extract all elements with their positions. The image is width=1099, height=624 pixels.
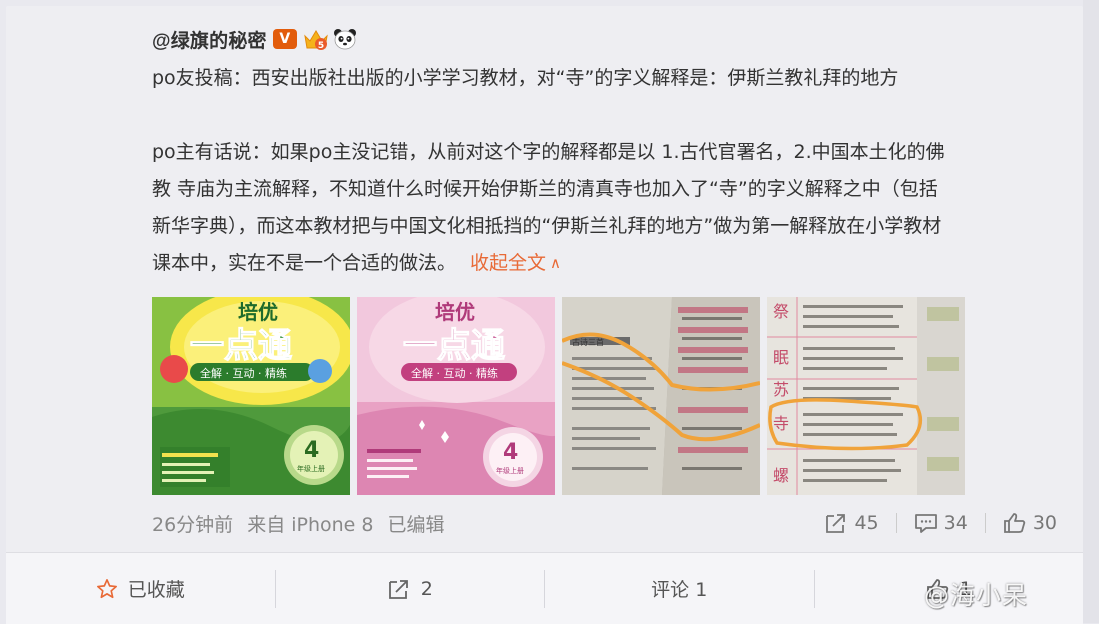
image-4-char-1: 祭 (773, 302, 789, 321)
panda-icon[interactable] (333, 28, 357, 50)
favorite-label: 已收藏 (127, 579, 185, 601)
verified-badge-icon[interactable]: V (272, 29, 297, 49)
share-icon (826, 514, 846, 533)
post-image-1[interactable]: 培优 一点通 全解 · 互动 · 精练 4 年级上册 (152, 297, 350, 495)
image-2-grade-label: 年级上册 (496, 466, 524, 475)
image-2-grade: 4 (503, 440, 518, 465)
post-text: po友投稿：西安出版社出版的小学学习教材，对“寺”的字义解释是：伊斯兰教礼拜的地… (152, 60, 1057, 283)
share-icon (388, 579, 408, 599)
image-4-char-3: 苏 (773, 380, 789, 399)
post-paragraph-2-line-1: po主有话说：如果po主没记错，从前对这个字的解释都是以 1.古代官署名，2.中… (152, 141, 945, 163)
meta-divider (895, 513, 897, 533)
post-paragraph-2-line-2: 教 寺庙为主流解释，不知道什么时候开始伊斯兰的清真寺也加入了“寺”的字义解释之中… (152, 178, 938, 200)
image-1-grade-label: 年级上册 (297, 464, 325, 473)
image-1-subtitle: 一点通 (190, 326, 292, 366)
post-image-2[interactable]: 培优 一点通 全解 · 互动 · 精练 4 年级上册 (357, 297, 555, 495)
image-4-char-4: 寺 (773, 414, 789, 433)
image-4-char-5: 螺 (773, 466, 789, 485)
post-meta-bar: 26分钟前 来自 iPhone 8 已编辑 45 34 30 (152, 506, 1057, 540)
watermark-text: @海小呆 (924, 581, 1029, 610)
post-source: 来自 iPhone 8 (247, 513, 374, 536)
image-grid: 培优 一点通 全解 · 互动 · 精练 4 年级上册 培优 一点通 全解 · 互… (152, 297, 1057, 495)
username-link[interactable]: @绿旗的秘密 (152, 26, 267, 53)
thumbs-up-icon (1003, 513, 1026, 533)
post-paragraph-2-line-4-text: 课本中，实在不是一个合适的做法。 (152, 252, 457, 274)
post-paragraph-2-line-3: 新华字典），而这本教材把与中国文化相抵挡的“伊斯兰礼拜的地方”做为第一解释放在小… (152, 215, 942, 237)
repost-count-button[interactable]: 45 (824, 512, 879, 534)
chevron-up-icon: ∧ (550, 254, 562, 272)
image-2-title: 培优 (435, 300, 475, 324)
post-header: @绿旗的秘密 V 5 (152, 20, 1057, 58)
favorite-button[interactable]: 已收藏 (6, 553, 275, 624)
image-3-caption: 古诗三首 (572, 337, 604, 347)
repost-label: 2 (420, 577, 433, 600)
weibo-watermark: @海小呆 (924, 576, 1028, 612)
post-time[interactable]: 26分钟前 (152, 510, 233, 537)
vip-crown-icon[interactable]: 5 (303, 28, 329, 51)
like-count: 30 (1032, 512, 1057, 534)
page-scroll-gutter (1083, 0, 1099, 623)
repost-count: 45 (854, 512, 879, 534)
collapse-label: 收起全文 (470, 252, 547, 274)
post-image-3[interactable]: 古诗三首 (562, 297, 760, 495)
post-body: @绿旗的秘密 V 5 po友投稿：西安出版社出版的小学学习教材，对“寺”的字义解… (152, 20, 1057, 495)
post-meta-actions: 45 34 30 (824, 512, 1057, 534)
post-image-4[interactable]: 祭 眠 苏 寺 螺 (767, 297, 965, 495)
post-paragraph-2-line-4: 课本中，实在不是一个合适的做法。 收起全文 ∧ (152, 245, 1057, 283)
post-edited[interactable]: 已编辑 (388, 510, 445, 537)
comment-count: 34 (943, 512, 968, 534)
comment-label: 评论 1 (651, 579, 708, 601)
image-2-tagline: 全解 · 互动 · 精练 (411, 366, 498, 380)
image-1-tagline: 全解 · 互动 · 精练 (200, 366, 287, 380)
star-icon (96, 578, 117, 598)
post-paragraph-1: po友投稿：西安出版社出版的小学学习教材，对“寺”的字义解释是：伊斯兰教礼拜的地… (152, 67, 899, 89)
image-2-subtitle: 一点通 (403, 326, 505, 366)
comment-icon (914, 514, 937, 533)
weibo-post-card: @绿旗的秘密 V 5 po友投稿：西安出版社出版的小学学习教材，对“寺”的字义解… (6, 6, 1083, 624)
svg-text:5: 5 (318, 41, 324, 50)
collapse-fulltext-link[interactable]: 收起全文 ∧ (470, 252, 561, 274)
image-1-title: 培优 (238, 300, 278, 324)
comment-count-button[interactable]: 34 (914, 512, 968, 534)
image-4-char-2: 眠 (773, 348, 789, 367)
meta-divider (984, 513, 986, 533)
image-1-grade: 4 (304, 438, 319, 463)
comment-button[interactable]: 评论 1 (545, 553, 814, 624)
action-footer: 已收藏 2 评论 1 1 (6, 552, 1083, 624)
repost-button[interactable]: 2 (276, 553, 545, 624)
like-count-button[interactable]: 30 (1003, 512, 1057, 534)
